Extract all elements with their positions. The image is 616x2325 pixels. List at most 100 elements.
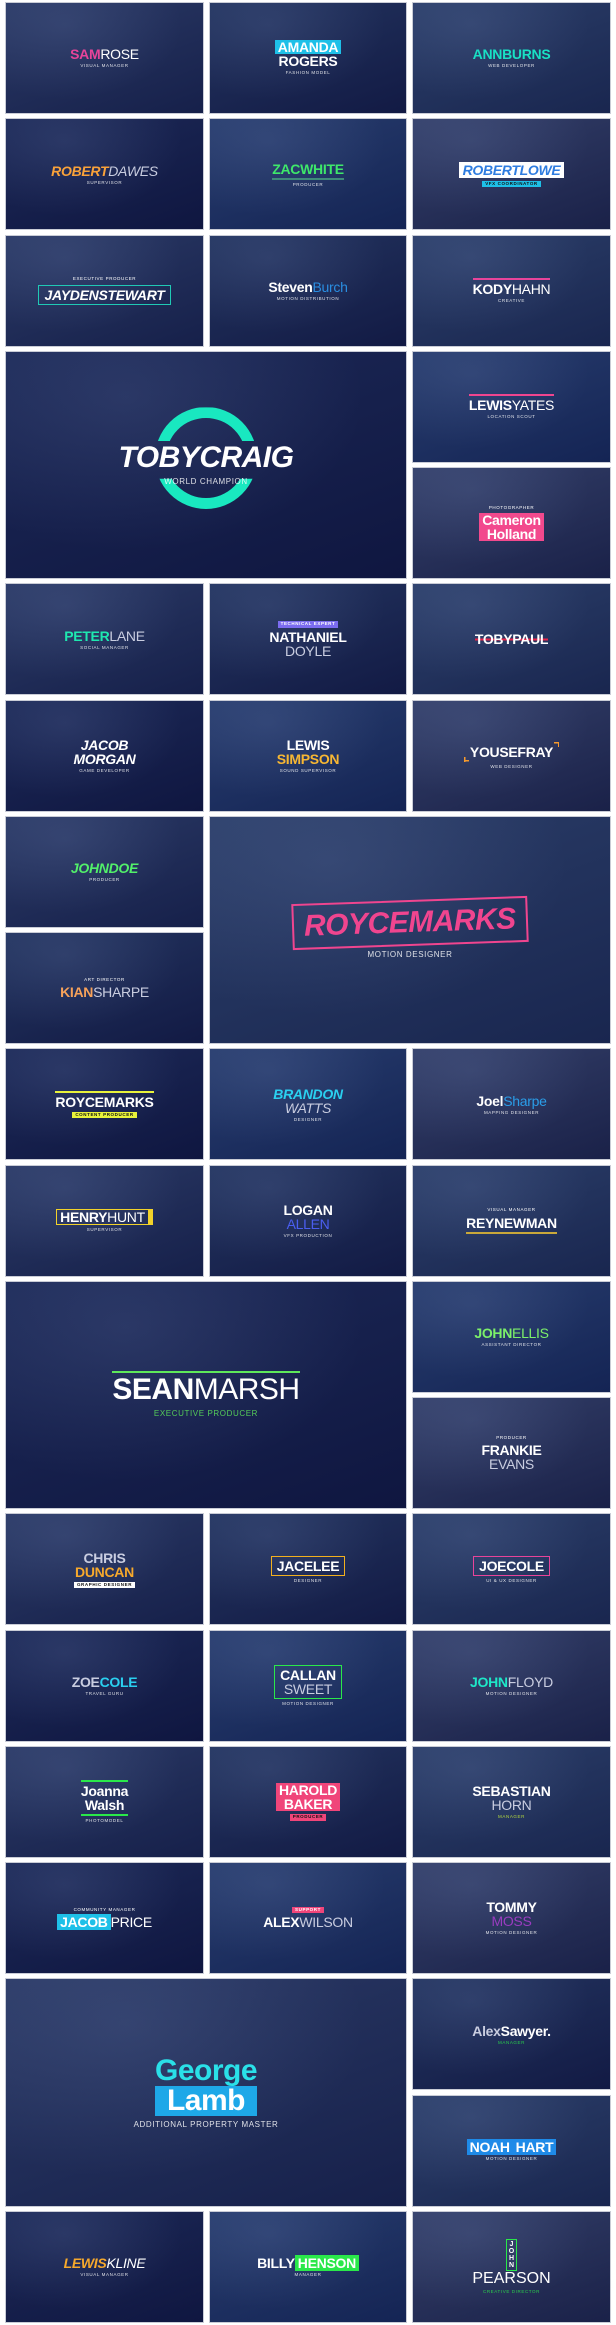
first-name: NOAH <box>466 2138 513 2155</box>
last-name: MARKS <box>407 902 517 940</box>
title-tag: VISUAL MANAGER <box>487 1207 536 1213</box>
template-tile[interactable]: PETERLANE SOCIAL MANAGER <box>5 583 204 696</box>
last-name: WATTS <box>284 1099 332 1116</box>
last-name: ALLEN <box>286 1215 330 1232</box>
template-tile[interactable]: SAMROSE VISUAL MANAGER <box>5 2 204 114</box>
template-tile[interactable]: ROBERTDAWES SUPERVISOR <box>5 118 204 231</box>
subtitle: Additional Property Master <box>133 2119 279 2129</box>
template-tile[interactable]: COMMUNITY MANAGER JACOB PRICE <box>5 1862 204 1974</box>
lower-third-title: LEWIS SIMPSON SOUND SUPERVISOR <box>277 738 340 774</box>
first-name: JACOB <box>80 736 129 753</box>
name-line: AMANDA ROGERS <box>274 40 342 70</box>
template-tile[interactable]: LEWISKLINE VISUAL MANAGER <box>5 2210 204 2323</box>
template-tile[interactable]: ZACWHITE PRODUCER <box>209 118 407 231</box>
template-tile[interactable]: ROBERTLOWE VFX COORDINATOR <box>412 118 611 231</box>
template-tile[interactable]: LEWISYATES LOCATION SCOUT <box>412 350 611 463</box>
name-line: ROBERTLOWE <box>458 161 565 178</box>
first-name: ROYCE <box>55 1093 104 1110</box>
lower-third-title: ANNBURNS WEB DEVELOPER <box>473 47 551 69</box>
template-tile[interactable]: CHRIS DUNCAN GRAPHIC DESIGNER <box>5 1513 204 1626</box>
subtitle: TRAVEL GURU <box>85 1690 124 1696</box>
template-tile[interactable]: BRANDON WATTS DESIGNER <box>209 1048 407 1161</box>
template-tile[interactable]: SUPPORT ALEXWILSON <box>209 1862 407 1974</box>
first-name: PETER <box>64 627 110 644</box>
template-tile[interactable]: JOHN PEARSON Creative Director <box>412 2210 611 2323</box>
template-tile[interactable]: StevenBurch MOTION DISTRIBUTION <box>209 234 407 347</box>
first-name: CALLAN <box>280 1666 336 1683</box>
template-preview-grid: SAMROSE VISUAL MANAGER AMANDA ROGERS FASHION… <box>0 0 616 2323</box>
template-tile[interactable]: PRODUCER FRANKIE EVANS <box>412 1397 611 1509</box>
template-tile[interactable]: SEANMARSH EXECUTIVE PRODUCER <box>5 1280 407 1509</box>
template-tile[interactable]: CALLAN SWEET MOTION DESIGNER <box>209 1629 407 1742</box>
last-name: ROGERS <box>278 53 338 70</box>
template-tile[interactable]: NOAH HART MOTION DESIGNER <box>412 2094 611 2207</box>
name-line: KIANSHARPE <box>60 985 149 999</box>
first-name: CHRIS <box>83 1549 126 1566</box>
first-name: BRANDON <box>273 1085 343 1102</box>
name-line: JOHNDOE <box>71 861 138 875</box>
template-tile[interactable]: ART DIRECTOR KIANSHARPE <box>5 932 204 1044</box>
first-name: JOHN <box>506 2239 517 2271</box>
lower-third-title: HENRYHUNT SUPERVISOR <box>56 1208 153 1233</box>
template-tile[interactable]: VISUAL MANAGER REYNEWMAN <box>412 1164 611 1277</box>
last-name: DAWES <box>108 162 158 179</box>
name-line: TOBYPAUL <box>474 632 548 647</box>
template-tile[interactable]: George Lamb Additional Property Master <box>5 1978 407 2207</box>
template-tile[interactable]: TOBYCRAIG WORLD CHAMPION <box>5 350 407 579</box>
last-name: PEARSON <box>472 2270 551 2287</box>
template-tile[interactable]: Joanna Walsh PHOTOMODEL <box>5 1745 204 1858</box>
template-tile[interactable]: YOUSEFRAY WEB DESIGNER <box>412 699 611 812</box>
first-name: JOHN <box>470 1673 508 1690</box>
template-tile[interactable]: TECHNICAL EXPERT NATHANIEL DOYLE <box>209 583 407 696</box>
template-tile[interactable]: KODYHAHN CREATIVE <box>412 234 611 347</box>
template-tile[interactable]: TOMMY MOSS MOTION DESIGNER <box>412 1862 611 1974</box>
template-tile[interactable]: ZOECOLE TRAVEL GURU <box>5 1629 204 1742</box>
template-tile[interactable]: JOECOLE UI & UX DESIGNER <box>412 1513 611 1626</box>
lower-third-title: CALLAN SWEET MOTION DESIGNER <box>274 1664 342 1707</box>
lower-third-title: StevenBurch MOTION DISTRIBUTION <box>268 280 348 302</box>
name-block: PEARSON Creative Director <box>472 2271 550 2295</box>
template-tile[interactable]: LEWIS SIMPSON SOUND SUPERVISOR <box>209 699 407 812</box>
title-tag: COMMUNITY MANAGER <box>73 1906 136 1912</box>
first-name: JACE <box>276 1557 313 1574</box>
template-tile[interactable]: AMANDA ROGERS FASHION MODEL <box>209 2 407 114</box>
subtitle: ASSISTANT DIRECTOR <box>481 1342 542 1347</box>
template-tile[interactable]: ROYCEMARKS MOTION DESIGNER <box>209 815 611 1044</box>
title-tag: ART DIRECTOR <box>84 976 125 982</box>
name-line: BRANDON WATTS <box>273 1085 343 1116</box>
template-tile[interactable]: HAROLD BAKER PRODUCER <box>209 1745 407 1858</box>
template-tile[interactable]: ROYCEMARKS CONTENT PRODUCER <box>5 1048 204 1161</box>
template-tile[interactable]: JACOB MORGAN GAME DEVELOPER <box>5 699 204 812</box>
first-name: JOHN <box>474 1325 513 1341</box>
last-name: BURNS <box>502 46 551 63</box>
template-tile[interactable]: JOHNELLIS ASSISTANT DIRECTOR <box>412 1280 611 1393</box>
template-tile[interactable]: ANNBURNS WEB DEVELOPER <box>412 2 611 114</box>
last-name: Sharpe <box>503 1092 547 1109</box>
first-name: TOMMY <box>486 1899 537 1916</box>
template-tile[interactable]: TOBYPAUL <box>412 583 611 696</box>
template-tile[interactable]: HENRYHUNT SUPERVISOR <box>5 1164 204 1277</box>
name-line: JACELEE <box>270 1555 346 1576</box>
lower-third-title: Joanna Walsh PHOTOMODEL <box>80 1780 128 1824</box>
template-tile[interactable]: JOHNFLOYD MOTION DESIGNER <box>412 1629 611 1742</box>
first-name: JOE <box>479 1557 507 1574</box>
name-line: LEWISYATES <box>468 394 554 412</box>
name-line: YOUSEFRAY <box>464 742 559 762</box>
template-tile[interactable]: EXECUTIVE PRODUCER JAYDENSTEWART <box>5 234 204 347</box>
template-tile[interactable]: JoelSharpe MAPPING DESIGNER <box>412 1048 611 1161</box>
first-name: KIAN <box>60 984 94 1001</box>
template-tile[interactable]: BILLY HENSON MANAGER <box>209 2210 407 2323</box>
first-name: ZAC <box>272 160 301 177</box>
template-tile[interactable]: LOGAN ALLEN VFX PRODUCTION <box>209 1164 407 1277</box>
template-tile[interactable]: AlexSawyer. MANAGER <box>412 1978 611 2091</box>
template-tile[interactable]: JOHNDOE PRODUCER <box>5 815 204 928</box>
template-tile[interactable]: PHOTOGRAPHER Cameron Holland <box>412 467 611 579</box>
name-line: JAYDENSTEWART <box>38 284 171 305</box>
subtitle: CREATIVE <box>498 297 525 303</box>
subtitle: DESIGNER <box>293 1116 323 1122</box>
name-line: AlexSawyer. <box>472 2024 551 2038</box>
template-tile[interactable]: JACELEE DESIGNER <box>209 1513 407 1626</box>
template-tile[interactable]: SEBASTIAN HORN MANAGER <box>412 1745 611 1858</box>
name-line: HAROLD BAKER <box>275 1783 341 1811</box>
first-name: ROBERT <box>462 161 520 178</box>
